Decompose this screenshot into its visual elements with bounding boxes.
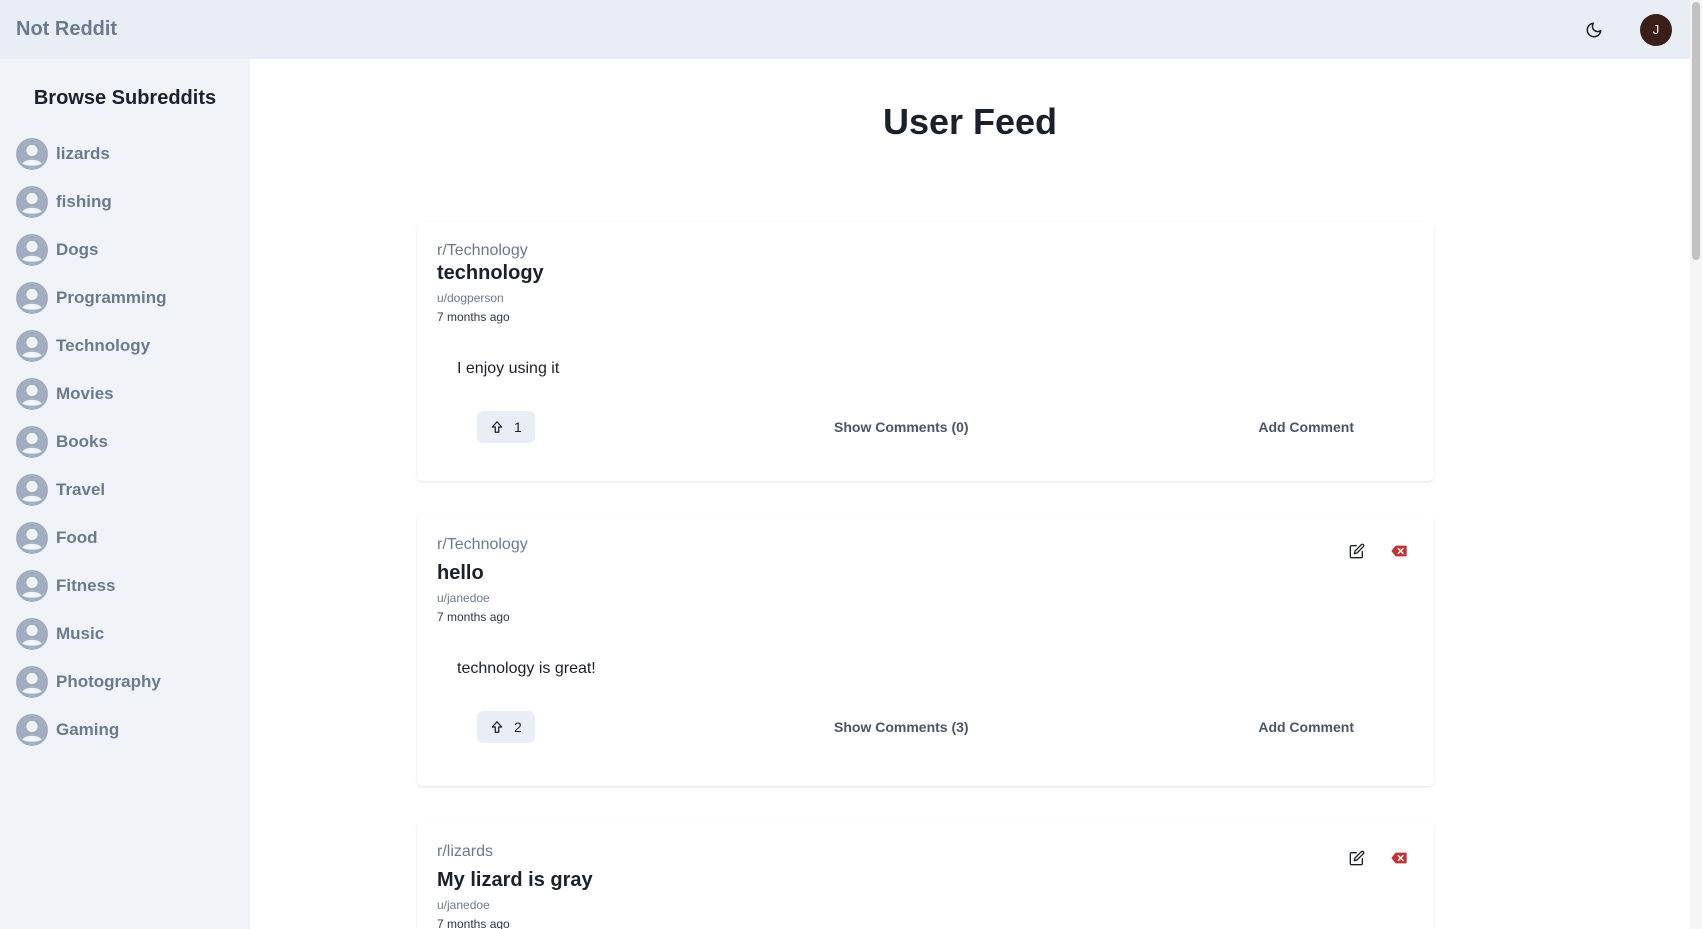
- post-timestamp: 7 months ago: [437, 917, 510, 929]
- post-author[interactable]: u/janedoe: [437, 591, 1414, 605]
- edit-icon: [1349, 850, 1365, 866]
- sidebar-item-label: Movies: [56, 384, 114, 403]
- user-icon: [16, 714, 48, 746]
- user-icon: [16, 378, 48, 410]
- scrollbar-thumb[interactable]: [1692, 2, 1700, 260]
- add-comment-button[interactable]: Add Comment: [1258, 419, 1354, 435]
- post-owner-tools: [1348, 849, 1408, 867]
- post-title[interactable]: hello: [437, 562, 1414, 585]
- arrow-up-icon: [491, 721, 503, 733]
- post-body: I enjoy using it: [457, 360, 560, 377]
- user-icon: [16, 570, 48, 602]
- sidebar-item-label: Technology: [56, 336, 151, 355]
- user-icon: [16, 234, 48, 266]
- sidebar-item-travel[interactable]: Travel: [0, 466, 250, 514]
- delete-button[interactable]: [1390, 849, 1408, 867]
- post-card: r/Technology hello u/janedoe 7 months ag…: [417, 514, 1434, 786]
- brand-logo[interactable]: Not Reddit: [16, 18, 117, 41]
- delete-icon: [1391, 852, 1407, 864]
- user-icon: [16, 330, 48, 362]
- sidebar-item-photography[interactable]: Photography: [0, 658, 250, 706]
- sidebar-item-fitness[interactable]: Fitness: [0, 562, 250, 610]
- page-scrollbar[interactable]: [1690, 0, 1702, 929]
- sidebar-item-dogs[interactable]: Dogs: [0, 226, 250, 274]
- sidebar-item-label: Travel: [56, 480, 106, 499]
- user-icon: [16, 474, 48, 506]
- show-comments-button[interactable]: Show Comments (0): [834, 419, 969, 435]
- sidebar-item-label: Programming: [56, 288, 167, 307]
- sidebar-item-label: fishing: [56, 192, 112, 211]
- sidebar-item-label: Gaming: [56, 720, 120, 739]
- sidebar-item-gaming[interactable]: Gaming: [0, 706, 250, 754]
- show-comments-button[interactable]: Show Comments (3): [834, 719, 969, 735]
- post-author[interactable]: u/janedoe: [437, 898, 1414, 912]
- sidebar-item-label: Fitness: [56, 576, 116, 595]
- user-icon: [16, 522, 48, 554]
- edit-icon: [1349, 543, 1365, 559]
- sidebar-item-music[interactable]: Music: [0, 610, 250, 658]
- moon-icon: [1586, 22, 1602, 37]
- post-subreddit[interactable]: r/lizards: [437, 843, 1414, 861]
- upvote-button[interactable]: 2: [477, 711, 535, 743]
- post-title[interactable]: technology: [437, 262, 1414, 285]
- post-card: r/Technology technology u/dogperson 7 mo…: [417, 222, 1434, 481]
- sidebar-item-label: Books: [56, 432, 108, 451]
- post-timestamp: 7 months ago: [437, 610, 510, 624]
- user-icon: [16, 618, 48, 650]
- add-comment-button[interactable]: Add Comment: [1258, 719, 1354, 735]
- edit-button[interactable]: [1348, 542, 1366, 560]
- sidebar-item-lizards[interactable]: lizards: [0, 130, 250, 178]
- upvote-button[interactable]: 1: [477, 411, 535, 443]
- post-actions: 2 Show Comments (3) Add Comment: [437, 710, 1414, 744]
- sidebar: Browse Subreddits lizards fishing Dogs P…: [0, 59, 250, 929]
- sidebar-item-label: lizards: [56, 144, 110, 163]
- sidebar-item-label: Dogs: [56, 240, 99, 259]
- user-avatar[interactable]: J: [1640, 13, 1672, 46]
- top-navbar: Not Reddit J: [0, 0, 1690, 59]
- post-subreddit[interactable]: r/Technology: [437, 536, 1414, 554]
- sidebar-item-fishing[interactable]: fishing: [0, 178, 250, 226]
- page-title: User Feed: [882, 101, 1058, 142]
- sidebar-title: Browse Subreddits: [33, 87, 217, 109]
- post-card: r/lizards My lizard is gray u/janedoe 7 …: [417, 821, 1434, 929]
- sidebar-item-food[interactable]: Food: [0, 514, 250, 562]
- sidebar-item-books[interactable]: Books: [0, 418, 250, 466]
- vote-count: 2: [514, 719, 522, 735]
- arrow-up-icon: [491, 421, 503, 433]
- post-timestamp: 7 months ago: [437, 310, 510, 324]
- post-body: technology is great!: [457, 660, 596, 677]
- user-icon: [16, 426, 48, 458]
- post-title[interactable]: My lizard is gray: [437, 869, 1414, 892]
- user-icon: [16, 282, 48, 314]
- delete-icon: [1391, 545, 1407, 557]
- edit-button[interactable]: [1348, 849, 1366, 867]
- sidebar-item-movies[interactable]: Movies: [0, 370, 250, 418]
- sidebar-item-label: Photography: [56, 672, 161, 691]
- user-icon: [16, 138, 48, 170]
- post-author[interactable]: u/dogperson: [437, 291, 1414, 305]
- delete-button[interactable]: [1390, 542, 1408, 560]
- sidebar-item-programming[interactable]: Programming: [0, 274, 250, 322]
- post-owner-tools: [1348, 542, 1408, 560]
- sidebar-item-label: Music: [56, 624, 105, 643]
- feed-main: User Feed r/Technology technology u/dogp…: [250, 59, 1690, 929]
- subreddit-list: lizards fishing Dogs Programming Technol…: [0, 130, 250, 754]
- user-icon: [16, 666, 48, 698]
- sidebar-item-label: Food: [56, 528, 98, 547]
- theme-toggle-button[interactable]: [1578, 14, 1610, 46]
- post-actions: 1 Show Comments (0) Add Comment: [437, 410, 1414, 444]
- sidebar-item-technology[interactable]: Technology: [0, 322, 250, 370]
- vote-count: 1: [514, 419, 522, 435]
- post-subreddit[interactable]: r/Technology: [437, 242, 1414, 260]
- topbar-actions: J: [1578, 13, 1674, 46]
- user-icon: [16, 186, 48, 218]
